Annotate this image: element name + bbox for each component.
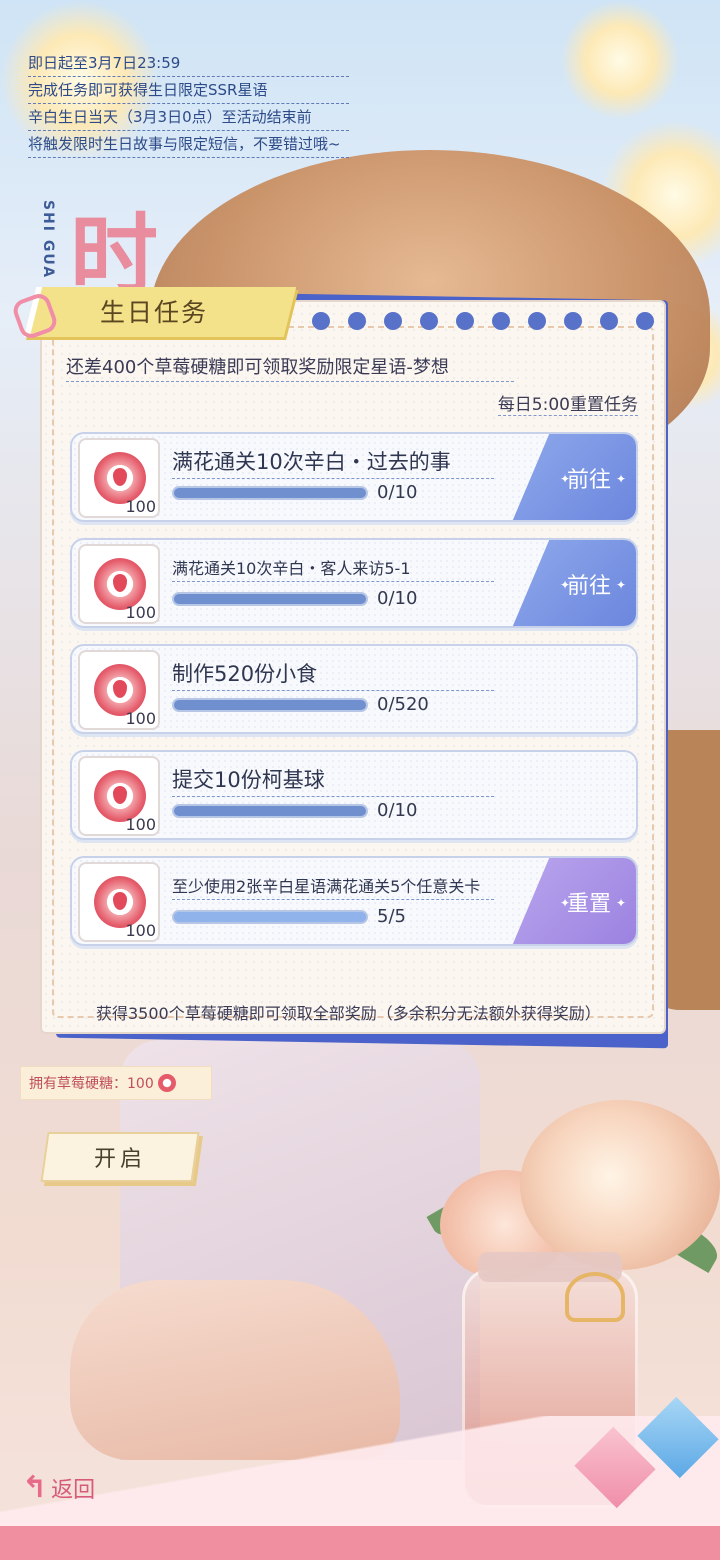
task-reward-amount: 100 [125,603,156,622]
task-row: 100 至少使用2张辛白星语满花通关5个任意关卡 5/5 ✦ 重置 ✦ [70,856,638,946]
task-progress-bar [172,804,368,818]
reset-note: 每日5:00重置任务 [497,390,638,416]
task-reward-amount: 100 [125,497,156,516]
back-button[interactable]: ↰ 返回 [22,1470,95,1505]
task-progress-text: 5/5 [377,906,406,927]
task-row: 100 满花通关10次辛白・客人来访5-1 0/10 ✦ 前往 ✦ [70,538,638,628]
task-reward-amount: 100 [125,921,156,940]
task-progress-text: 0/10 [377,482,418,503]
task-button-label: 前往 [566,468,611,493]
owned-candy-label: 拥有草莓硬糖：100 [29,1076,154,1092]
sparkle-icon: ✦ [560,896,571,910]
task-reward-amount: 100 [125,815,156,834]
start-button-label: 开启 [93,1147,146,1172]
task-row: 100 满花通关10次辛白・过去的事 0/10 ✦ 前往 ✦ [70,432,638,522]
side-vertical-text: SHI GUA [40,200,56,280]
task-progress-bar [172,910,368,924]
sparkle-icon: ✦ [560,578,571,592]
task-name: 至少使用2张辛白星语满花通关5个任意关卡 [172,873,494,900]
task-progress-text: 0/10 [377,800,418,821]
event-info: 即日起至3月7日23:59 完成任务即可获得生日限定SSR星语 辛白生日当天（3… [28,50,349,158]
sparkle-icon: ✦ [560,472,571,486]
task-progress-bar [172,592,368,606]
task-name: 制作520份小食 [172,658,494,691]
task-reward-box: 100 [78,438,160,518]
task-name: 提交10份柯基球 [172,764,494,797]
task-reward-box: 100 [78,862,160,942]
task-progress-text: 0/520 [377,694,429,715]
task-reward-box: 100 [78,756,160,836]
task-name: 满花通关10次辛白・过去的事 [172,446,494,479]
strawberry-candy-icon [157,1074,176,1092]
task-name: 满花通关10次辛白・客人来访5-1 [172,555,494,582]
sparkle-icon: ✦ [615,578,626,592]
task-row: 100 提交10份柯基球 0/10 [70,750,638,840]
task-button-label: 前往 [566,574,611,599]
task-progress-text: 0/10 [377,588,418,609]
back-arrow-icon: ↰ [22,1470,48,1505]
task-reward-box: 100 [78,650,160,730]
go-task-button[interactable]: ✦ 前往 ✦ [512,434,636,520]
event-info-line: 完成任务即可获得生日限定SSR星语 [28,77,349,104]
task-reward-box: 100 [78,544,160,624]
rose-flower [520,1100,720,1270]
task-progress-bar [172,486,368,500]
task-row: 100 制作520份小食 0/520 [70,644,638,734]
footer-note: 获得3500个草莓硬糖即可领取全部奖励（多余积分无法额外获得奖励） [96,1004,601,1023]
task-progress-fill [174,912,366,922]
event-info-line: 辛白生日当天（3月3日0点）至活动结束前 [28,104,349,131]
go-task-button[interactable]: ✦ 前往 ✦ [512,540,636,626]
remaining-note: 还差400个草莓硬糖即可领取奖励限定星语-梦想 [66,353,514,382]
sparkle-icon: ✦ [615,472,626,486]
event-info-line: 将触发限时生日故事与限定短信，不要错过哦~ [28,131,349,158]
owned-candy-box: 拥有草莓硬糖：100 [20,1066,212,1100]
reset-task-button[interactable]: ✦ 重置 ✦ [512,858,636,944]
binder-dots [312,312,654,330]
back-button-label: 返回 [51,1477,96,1503]
task-progress-bar [172,698,368,712]
start-button[interactable]: 开启 [40,1132,200,1182]
task-button-label: 重置 [566,892,611,917]
task-reward-amount: 100 [125,709,156,728]
panel-title: 生日任务 [100,298,209,327]
event-info-line: 即日起至3月7日23:59 [28,50,349,77]
sparkle-icon: ✦ [615,896,626,910]
